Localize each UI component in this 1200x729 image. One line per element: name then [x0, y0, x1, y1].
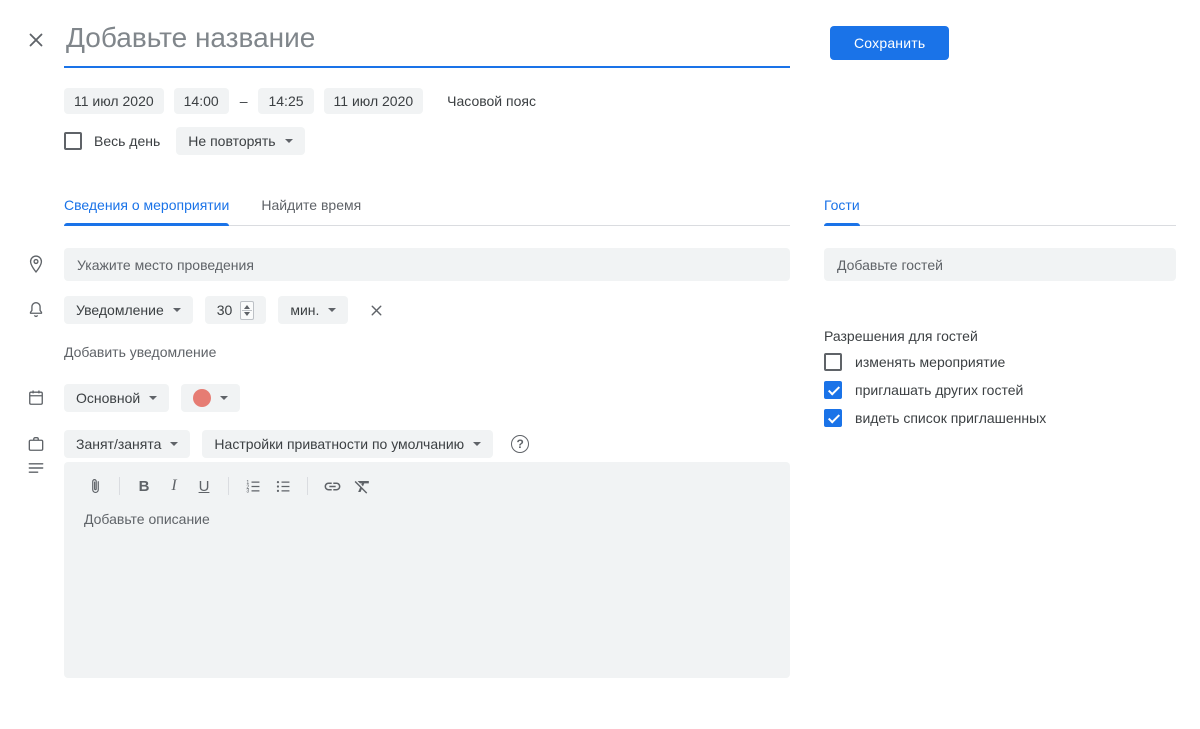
briefcase-icon: [26, 434, 46, 454]
event-title-input[interactable]: [64, 14, 790, 68]
all-day-label[interactable]: Весь день: [94, 133, 160, 149]
chevron-down-icon: [220, 396, 229, 400]
calendar-name-value: Основной: [76, 390, 141, 406]
italic-icon[interactable]: I: [161, 473, 187, 499]
description-editor: B I U 123: [64, 462, 790, 678]
close-icon: [25, 29, 47, 51]
bulleted-list-icon[interactable]: [270, 473, 296, 499]
location-input[interactable]: [64, 248, 790, 281]
notification-unit-dropdown[interactable]: мин.: [278, 296, 349, 324]
availability-row: Занят/занята Настройки приватности по ум…: [64, 430, 530, 458]
close-icon: [368, 302, 385, 319]
timezone-link[interactable]: Часовой пояс: [447, 93, 536, 109]
toolbar-divider: [119, 477, 120, 495]
chevron-down-icon: [328, 308, 337, 312]
permission-row: видеть список приглашенных: [824, 408, 1046, 428]
allday-row: Весь день Не повторять: [64, 127, 305, 155]
clear-formatting-icon[interactable]: [349, 473, 375, 499]
permission-checkbox-modify-event[interactable]: [824, 353, 842, 371]
details-tabs: Сведения о мероприятии Найдите время: [64, 197, 790, 226]
notification-type-value: Уведомление: [76, 302, 164, 318]
paperclip-icon[interactable]: [82, 473, 108, 499]
permission-label-see-guest-list[interactable]: видеть список приглашенных: [855, 410, 1046, 426]
permission-checkbox-see-guest-list[interactable]: [824, 409, 842, 427]
calendar-dropdown[interactable]: Основной: [64, 384, 170, 412]
toolbar-divider: [228, 477, 229, 495]
description-toolbar: B I U 123: [64, 462, 790, 499]
title-field-wrap: [64, 14, 790, 68]
notification-unit-value: мин.: [290, 302, 320, 318]
description-lines-icon: [26, 458, 46, 478]
recurrence-value: Не повторять: [188, 133, 276, 149]
chevron-down-icon: [284, 139, 293, 143]
close-button[interactable]: [22, 26, 50, 54]
permission-row: приглашать других гостей: [824, 380, 1023, 400]
availability-value: Занят/занята: [76, 436, 162, 452]
spinner-down-icon[interactable]: [244, 311, 251, 316]
add-notification-button[interactable]: Добавить уведомление: [64, 344, 216, 360]
guest-permissions-title: Разрешения для гостей: [824, 328, 978, 344]
numbered-list-icon[interactable]: 123: [240, 473, 266, 499]
bell-icon: [26, 300, 46, 320]
start-date-chip[interactable]: 11 июл 2020: [64, 88, 164, 114]
chevron-down-icon: [149, 396, 158, 400]
visibility-value: Настройки приватности по умолчанию: [214, 436, 465, 452]
permission-label-modify-event[interactable]: изменять мероприятие: [855, 354, 1005, 370]
remove-notification-button[interactable]: [364, 298, 388, 322]
tab-find-time[interactable]: Найдите время: [261, 197, 361, 225]
datetime-row: 11 июл 2020 14:00 – 14:25 11 июл 2020 Ча…: [64, 88, 536, 114]
tab-guests[interactable]: Гости: [824, 197, 860, 226]
underline-icon[interactable]: U: [191, 473, 217, 499]
availability-dropdown[interactable]: Занят/занята: [64, 430, 191, 458]
save-button[interactable]: Сохранить: [830, 26, 950, 60]
link-icon[interactable]: [319, 473, 345, 499]
notification-amount-value: 30: [216, 302, 233, 318]
calendar-row: Основной: [64, 384, 241, 412]
spinner-arrows: [240, 300, 255, 320]
calendar-color-dropdown[interactable]: [181, 384, 241, 412]
chevron-down-icon: [473, 442, 482, 446]
recurrence-dropdown[interactable]: Не повторять: [176, 127, 305, 155]
permission-checkbox-invite-others[interactable]: [824, 381, 842, 399]
notification-amount-spinner[interactable]: 30: [204, 296, 267, 324]
bold-icon[interactable]: B: [131, 473, 157, 499]
permission-row: изменять мероприятие: [824, 352, 1005, 372]
calendar-icon: [26, 388, 46, 408]
location-pin-icon: [26, 254, 46, 274]
help-icon[interactable]: ?: [511, 435, 530, 453]
tab-event-details[interactable]: Сведения о мероприятии: [64, 197, 230, 226]
description-input[interactable]: [64, 499, 790, 678]
all-day-checkbox[interactable]: [64, 132, 82, 150]
permission-label-invite-others[interactable]: приглашать других гостей: [855, 382, 1023, 398]
end-time-chip[interactable]: 14:25: [258, 88, 314, 114]
event-editor-page: Сохранить 11 июл 2020 14:00 – 14:25 11 и…: [0, 0, 1200, 729]
notification-type-dropdown[interactable]: Уведомление: [64, 296, 193, 324]
calendar-color-swatch: [193, 389, 212, 407]
svg-text:3: 3: [246, 488, 249, 494]
guests-input[interactable]: [824, 248, 1176, 281]
spinner-divider: [242, 309, 253, 311]
spinner-up-icon[interactable]: [244, 304, 251, 309]
end-date-chip[interactable]: 11 июл 2020: [323, 88, 424, 114]
notification-row: Уведомление 30 мин.: [64, 296, 388, 324]
chevron-down-icon: [170, 442, 179, 446]
time-range-dash: –: [239, 93, 248, 109]
guests-tabs: Гости: [824, 197, 1176, 226]
start-time-chip[interactable]: 14:00: [173, 88, 229, 114]
visibility-dropdown[interactable]: Настройки приватности по умолчанию: [202, 430, 494, 458]
toolbar-divider: [307, 477, 308, 495]
chevron-down-icon: [172, 308, 181, 312]
